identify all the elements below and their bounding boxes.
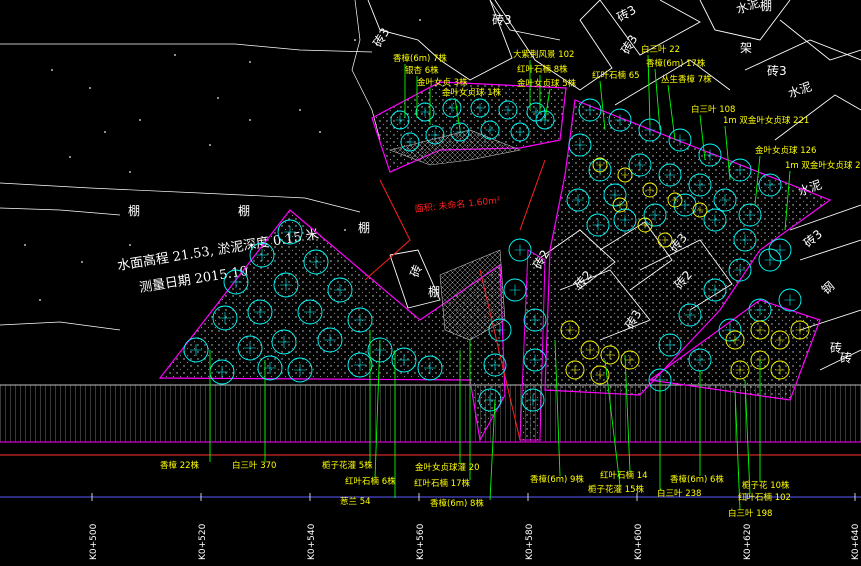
plant-label: 葱兰 54	[340, 496, 371, 507]
plant-label: 白三叶 370	[232, 460, 276, 471]
chainage-label: K0+520	[198, 523, 208, 560]
chainage-label: K0+580	[525, 523, 535, 560]
cad-drawing-canvas: 砖3 砖3 水泥 棚 砖3 架 水泥 砖3 砖3 砖2 砖2 砖3 砖2 砖3 …	[0, 0, 861, 560]
plant-label: 香樟(6m) 9株	[530, 474, 584, 485]
tree-symbol-center	[514, 244, 526, 256]
chainage-label: K0+640	[851, 523, 861, 560]
building-label: 棚	[428, 284, 440, 299]
chainage-label: K0+600	[634, 523, 644, 560]
tree-symbol-center	[509, 284, 521, 296]
plant-label: 栀子花 10株	[742, 480, 790, 491]
building-label: 砖	[407, 263, 425, 279]
plant-label: 金叶女贞球 126	[755, 145, 816, 156]
terrain-spot-marks	[24, 19, 421, 301]
building-label: 砖3	[492, 12, 512, 27]
plant-label: 1m 双金叶女贞球 221	[785, 160, 861, 171]
plant-label: 香樟 22株	[160, 460, 200, 471]
plant-label: 银杏 6株	[405, 65, 439, 76]
chainage-label: K0+500	[89, 523, 99, 560]
plant-label: 香樟(6m) 17株	[646, 58, 706, 69]
plant-label: 金叶女贞球 1株	[442, 87, 502, 98]
plant-label: 丛生香樟 7株	[661, 74, 712, 85]
plant-label: 金叶女贞球 5株	[517, 78, 577, 89]
building-label: 棚	[238, 203, 250, 218]
plant-label: 1m 双金叶女贞球 221	[723, 115, 809, 126]
plant-label: 栀子花灌 15株	[588, 484, 645, 495]
tree-symbol-center	[784, 294, 796, 306]
chainage-label: K0+540	[307, 523, 317, 560]
chainage-stations: K0+500 K0+520 K0+540 K0+560 K0+580 K0+60…	[89, 523, 861, 560]
area-note: 面积: 未命名 1.60m²	[414, 194, 501, 215]
building-label: 钢	[819, 279, 837, 297]
plant-label: 白三叶 198	[728, 508, 772, 519]
building-label: 砖3	[614, 2, 639, 25]
tree-symbol-center	[774, 244, 786, 256]
plant-label: 栀子花灌 5株	[322, 460, 373, 471]
plant-label: 红叶石楠 65	[592, 70, 640, 81]
building-label: 砖3	[800, 226, 825, 250]
building-label: 砖	[830, 340, 842, 355]
plant-label: 香樟(6m) 6株	[670, 474, 724, 485]
building-label: 砖3	[618, 32, 641, 57]
plant-label: 红叶石楠 8株	[517, 64, 568, 75]
plant-label: 金叶女贞球灌 20	[415, 462, 480, 473]
plant-label: 香樟(6m) 8株	[430, 498, 484, 509]
building-label: 砖3	[370, 25, 393, 50]
plant-label: 香樟(6m) 7株	[393, 53, 447, 64]
plant-label: 白三叶 108	[691, 104, 735, 115]
chainage-label: K0+560	[416, 523, 426, 560]
building-label: 水泥	[734, 0, 761, 17]
building-label: 棚	[358, 220, 370, 235]
plant-label: 白三叶 238	[657, 488, 701, 499]
building-label: 棚	[128, 203, 140, 218]
plant-label: 红叶石楠 14	[600, 470, 648, 481]
plant-label: 白三叶 22	[641, 44, 680, 55]
building-label: 棚	[760, 0, 772, 13]
plant-labels-bottom: 香樟 22株 白三叶 370 栀子花灌 5株 红叶石楠 6株 葱兰 54 金叶女…	[160, 460, 791, 519]
building-label: 架	[740, 41, 752, 55]
plant-label: 红叶石楠 17株	[414, 478, 471, 489]
plant-label: 大紫荆风景 102	[513, 49, 574, 60]
leader-line	[667, 84, 676, 141]
chainage-label: K0+620	[743, 523, 753, 560]
plant-label: 红叶石楠 6株	[345, 476, 396, 487]
plant-label: 金叶女贞 3株	[417, 77, 468, 88]
building-label: 水泥	[786, 79, 813, 100]
building-label: 砖3	[767, 63, 787, 78]
tree-symbol-center	[764, 254, 776, 266]
